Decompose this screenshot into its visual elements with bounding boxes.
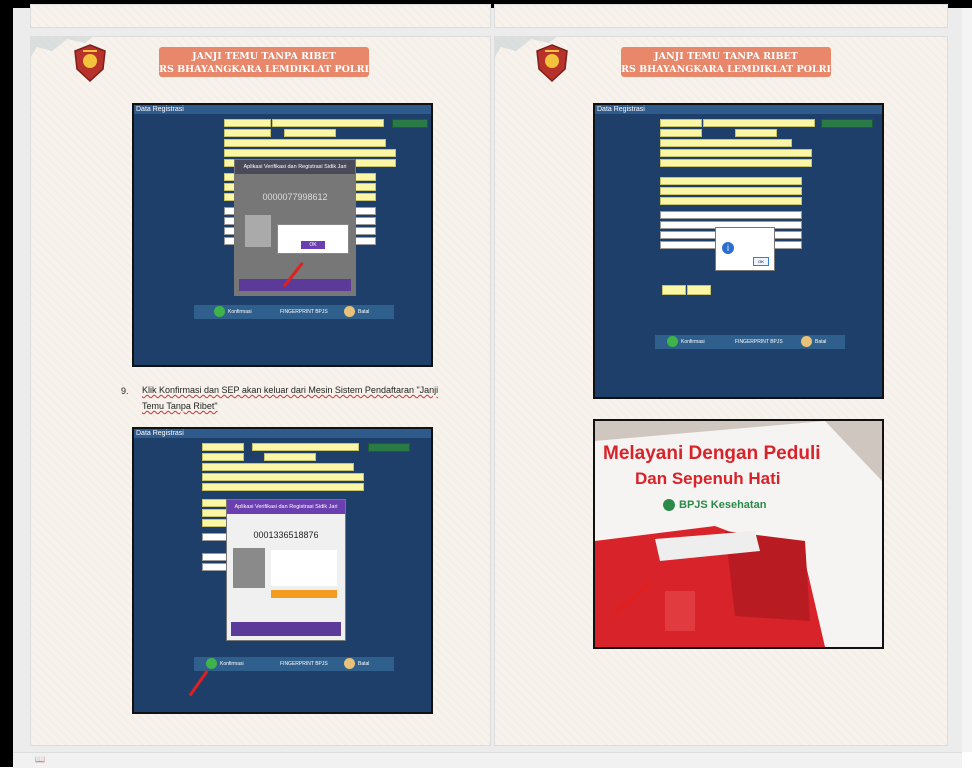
ok-button-3[interactable]: OK [753,257,769,266]
page-right: JANJI TEMU TANPA RIBET RS BHAYANGKARA LE… [494,36,948,746]
left-black-edge [0,0,13,767]
step-text-line-2: Temu Tanpa Ribet" [142,401,218,411]
confirm-label-2[interactable]: Konfirmasi [220,661,244,667]
bpjs-logo-icon [663,499,675,512]
police-emblem-icon [74,44,106,83]
field-peserta [224,139,386,147]
field-extra-2 [687,285,711,295]
verification-modal-2: Aplikasi Verifikasi dan Registrasi Sidik… [226,499,346,641]
previous-page-right [494,4,948,28]
modal-title-2: Aplikasi Verifikasi dan Registrasi Sidik… [227,500,345,514]
confirm-check-icon[interactable] [214,306,225,317]
field-tgl-lahir [224,129,271,137]
banner-line-2-2: RS BHAYANGKARA LEMDIKLAT POLRI [621,64,831,75]
window-title-3: Data Registrasi [595,105,882,114]
ok-button[interactable]: OK [301,241,325,249]
modal-footer-2 [231,622,341,636]
confirm-check-icon-3[interactable] [667,336,678,347]
step-instruction: Klik Konfirmasi dan SEP akan keluar dari… [142,382,438,414]
field-extra-1 [662,285,686,295]
title-banner-2: JANJI TEMU TANPA RIBET RS BHAYANGKARA LE… [621,47,831,77]
modal-footer [239,279,351,291]
fingerprint-label-2[interactable]: FINGERPRINT BPJS [280,661,328,667]
banner-line-1: JANJI TEMU TANPA RIBET [192,51,336,62]
kiosk-photo: Melayani Dengan Peduli Dan Sepenuh Hati … [593,419,884,649]
field-peserta-2 [202,463,354,471]
book-icon[interactable]: 📖 [35,755,45,764]
field-dokter-3 [660,197,802,205]
registration-screenshot-1: Data Registrasi Aplikasi Verifikasi dan … [132,103,433,367]
police-emblem-icon-2 [536,44,568,83]
card-number: 0000077998612 [262,192,328,202]
fingerprint-label[interactable]: FINGERPRINT BPJS [280,309,328,315]
exit-label[interactable]: Batal [358,309,369,315]
bpjs-brand-text: BPJS Kesehatan [679,499,767,511]
side-button-riwayat-2[interactable] [368,443,410,452]
step-number: 9. [121,386,129,396]
field-tgl-lahir-2 [202,453,244,461]
fingerprint-label-3[interactable]: FINGERPRINT BPJS [735,339,783,345]
banner-line-1-2: JANJI TEMU TANPA RIBET [654,51,798,62]
step-text-line-1: Klik Konfirmasi dan SEP akan keluar dari… [142,385,439,395]
page-left: JANJI TEMU TANPA RIBET RS BHAYANGKARA LE… [30,36,491,746]
member-details [271,550,337,586]
kiosk-slogan-line-2: Dan Sepenuh Hati [635,469,781,488]
exit-icon-2[interactable] [344,658,355,669]
banner-line-2: RS BHAYANGKARA LEMDIKLAT POLRI [159,64,369,75]
registration-screenshot-2: Data Registrasi Aplikasi Verifikasi dan … [132,427,433,714]
field-status [284,129,336,137]
side-button-riwayat-3[interactable] [821,119,873,128]
modal-title: Aplikasi Verifikasi dan Registrasi Sidik… [235,160,355,174]
verification-modal: Aplikasi Verifikasi dan Registrasi Sidik… [234,159,356,296]
confirm-label[interactable]: Konfirmasi [228,309,252,315]
viewer-footer: 📖 [13,752,962,768]
vertical-scrollbar[interactable] [962,8,972,752]
field-status-2 [264,453,316,461]
kiosk-slogan-line-1: Melayani Dengan Peduli [603,443,821,464]
window-title: Data Registrasi [134,105,431,114]
action-bar-3: Konfirmasi FINGERPRINT BPJS Batal [655,335,845,349]
info-icon: i [722,242,734,254]
title-banner: JANJI TEMU TANPA RIBET RS BHAYANGKARA LE… [159,47,369,77]
field-nama [272,119,384,127]
field-nama-2 [252,443,359,451]
field-nik-3 [660,149,812,157]
side-button-riwayat[interactable] [392,119,428,128]
field-no-kartu-2 [202,483,364,491]
field-nik [224,149,396,157]
field-rujukan-3 [660,177,802,185]
field-no-pasien [224,119,271,127]
exit-label-3[interactable]: Batal [815,339,826,345]
action-bar-2: Konfirmasi FINGERPRINT BPJS Batal [194,657,394,671]
field-status-3 [735,129,777,137]
action-bar: Konfirmasi FINGERPRINT BPJS Batal [194,305,394,319]
field-no-pasien-3 [660,119,702,127]
field-nik-2 [202,473,364,481]
exit-icon-3[interactable] [801,336,812,347]
confirm-label-3[interactable]: Konfirmasi [681,339,705,345]
field-no-kartu-3 [660,159,812,167]
exit-label-2[interactable]: Batal [358,661,369,667]
scan-button[interactable] [271,590,337,598]
confirm-dialog: OK [277,224,349,254]
photo-placeholder-icon-2 [233,548,265,588]
message-dialog: i OK [715,227,775,271]
previous-page-left [30,4,491,28]
document-viewer[interactable]: JANJI TEMU TANPA RIBET RS BHAYANGKARA LE… [13,4,962,752]
window-title-2: Data Registrasi [134,429,431,438]
field-poli-3 [660,187,802,195]
field-tujuan-3 [660,211,802,219]
red-arrow-2 [188,670,209,697]
field-peserta-3 [660,139,792,147]
field-nama-3 [703,119,815,127]
bpjs-logo: BPJS Kesehatan [663,499,767,512]
field-no-pasien-2 [202,443,244,451]
confirm-check-icon-2[interactable] [206,658,217,669]
card-number-2: 0001336518876 [253,530,319,540]
registration-screenshot-3: Data Registrasi i OK Konfirmasi FINGERPR… [593,103,884,399]
photo-placeholder-icon [245,215,271,247]
field-tgl-lahir-3 [660,129,702,137]
exit-icon[interactable] [344,306,355,317]
